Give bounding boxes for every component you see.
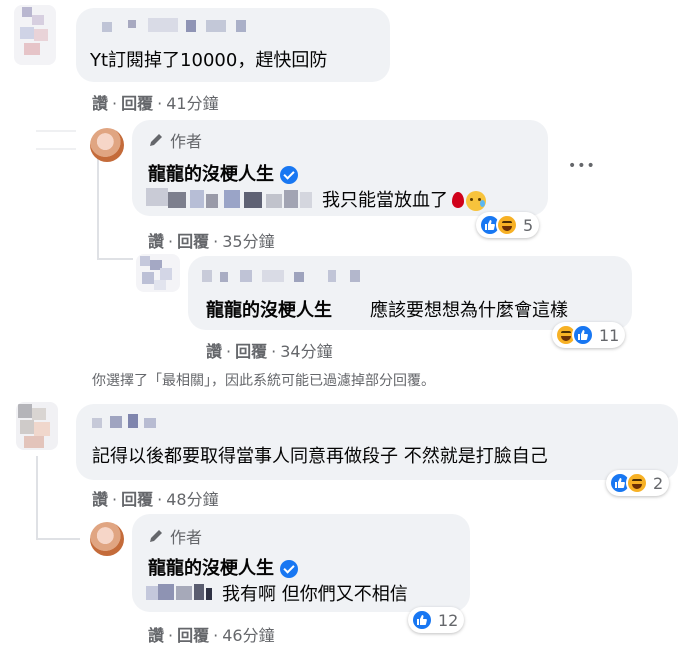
reaction-count: 11 — [599, 325, 620, 345]
reply-text: 我有啊 但你們又不相信 — [222, 584, 408, 605]
pen-icon — [150, 530, 162, 542]
mention-author-name[interactable]: 龍龍的沒梗人生 — [206, 296, 332, 322]
reply-actions: 讚 · 回覆 · 35分鐘 — [148, 232, 275, 251]
reply-button[interactable]: 回覆 — [177, 626, 209, 645]
commenter-name-redacted[interactable] — [202, 266, 362, 286]
verified-badge-icon — [280, 560, 299, 578]
avatar[interactable] — [136, 254, 180, 292]
author-avatar[interactable] — [90, 522, 124, 556]
haha-icon — [496, 214, 518, 236]
timestamp[interactable]: 46分鐘 — [222, 626, 274, 645]
like-button[interactable]: 讚 — [92, 94, 108, 113]
thread-line — [36, 148, 76, 150]
author-badge: 作者 — [148, 128, 202, 152]
crying-face-icon — [466, 191, 486, 211]
haha-icon — [626, 472, 648, 494]
like-icon — [411, 609, 433, 631]
blood-drop-icon — [452, 192, 464, 208]
reply-button[interactable]: 回覆 — [121, 94, 153, 113]
author-badge: 作者 — [148, 524, 202, 548]
comment-bubble: 記得以後都要取得當事人同意再做段子 不然就是打臉自己 — [76, 404, 678, 480]
commenter-name-redacted[interactable] — [102, 16, 250, 36]
thread-line — [36, 538, 80, 540]
reply-actions: 讚 · 回覆 · 46分鐘 — [148, 626, 275, 645]
reactions-summary[interactable]: 11 — [552, 322, 626, 348]
comment-bubble: Yt訂閱掉了10000，趕快回防 — [76, 8, 390, 82]
like-button[interactable]: 讚 — [148, 232, 164, 251]
reply-text: 應該要想想為什麼會這樣 — [370, 300, 568, 321]
reply-actions: 讚 · 回覆 · 34分鐘 — [206, 342, 333, 361]
avatar[interactable] — [16, 402, 58, 450]
mention-redacted[interactable] — [144, 580, 214, 606]
mention-redacted[interactable] — [144, 186, 314, 212]
comment-actions: 讚 · 回覆 · 41分鐘 — [92, 94, 219, 113]
author-name[interactable]: 龍龍的沒梗人生 — [148, 554, 299, 580]
comment-text: 記得以後都要取得當事人同意再做段子 不然就是打臉自己 — [92, 446, 548, 467]
author-name[interactable]: 龍龍的沒梗人生 — [148, 160, 299, 186]
like-button[interactable]: 讚 — [206, 342, 222, 361]
author-avatar[interactable] — [90, 128, 124, 162]
reactions-summary[interactable]: 12 — [408, 607, 465, 633]
reactions-summary[interactable]: 5 — [476, 212, 540, 238]
pen-icon — [150, 134, 162, 146]
avatar[interactable] — [14, 5, 56, 65]
reply-bubble: 作者 龍龍的沒梗人生 我有啊 但你們又不相信 — [132, 514, 470, 612]
reaction-count: 2 — [653, 473, 664, 493]
reply-text: 我只能當放血了 — [322, 186, 486, 212]
thread-line — [97, 258, 133, 260]
reactions-summary[interactable]: 2 — [606, 470, 670, 496]
thread-line — [36, 130, 76, 132]
reply-button[interactable]: 回覆 — [235, 342, 267, 361]
filter-notice: 你選擇了「最相關」，因此系統可能已過濾掉部分回覆。 — [92, 373, 435, 389]
like-button[interactable]: 讚 — [92, 490, 108, 509]
timestamp[interactable]: 35分鐘 — [222, 232, 274, 251]
commenter-name-redacted[interactable] — [92, 412, 164, 432]
reply-button[interactable]: 回覆 — [177, 232, 209, 251]
reply-bubble: 作者 龍龍的沒梗人生 我只能當放血了 — [132, 120, 548, 216]
reaction-count: 12 — [438, 610, 459, 630]
thread-line — [97, 150, 99, 260]
comment-actions: 讚 · 回覆 · 48分鐘 — [92, 490, 219, 509]
reply-button[interactable]: 回覆 — [121, 490, 153, 509]
thread-line — [36, 456, 38, 540]
verified-badge-icon — [280, 166, 299, 184]
timestamp[interactable]: 48分鐘 — [166, 490, 218, 509]
comment-text: Yt訂閱掉了10000，趕快回防 — [90, 50, 328, 71]
more-options-icon[interactable]: ••• — [568, 158, 596, 174]
like-icon — [572, 324, 594, 346]
reply-bubble: 龍龍的沒梗人生 應該要想想為什麼會這樣 — [188, 256, 632, 330]
reaction-count: 5 — [523, 215, 534, 235]
like-button[interactable]: 讚 — [148, 626, 164, 645]
timestamp[interactable]: 34分鐘 — [280, 342, 332, 361]
timestamp[interactable]: 41分鐘 — [166, 94, 218, 113]
